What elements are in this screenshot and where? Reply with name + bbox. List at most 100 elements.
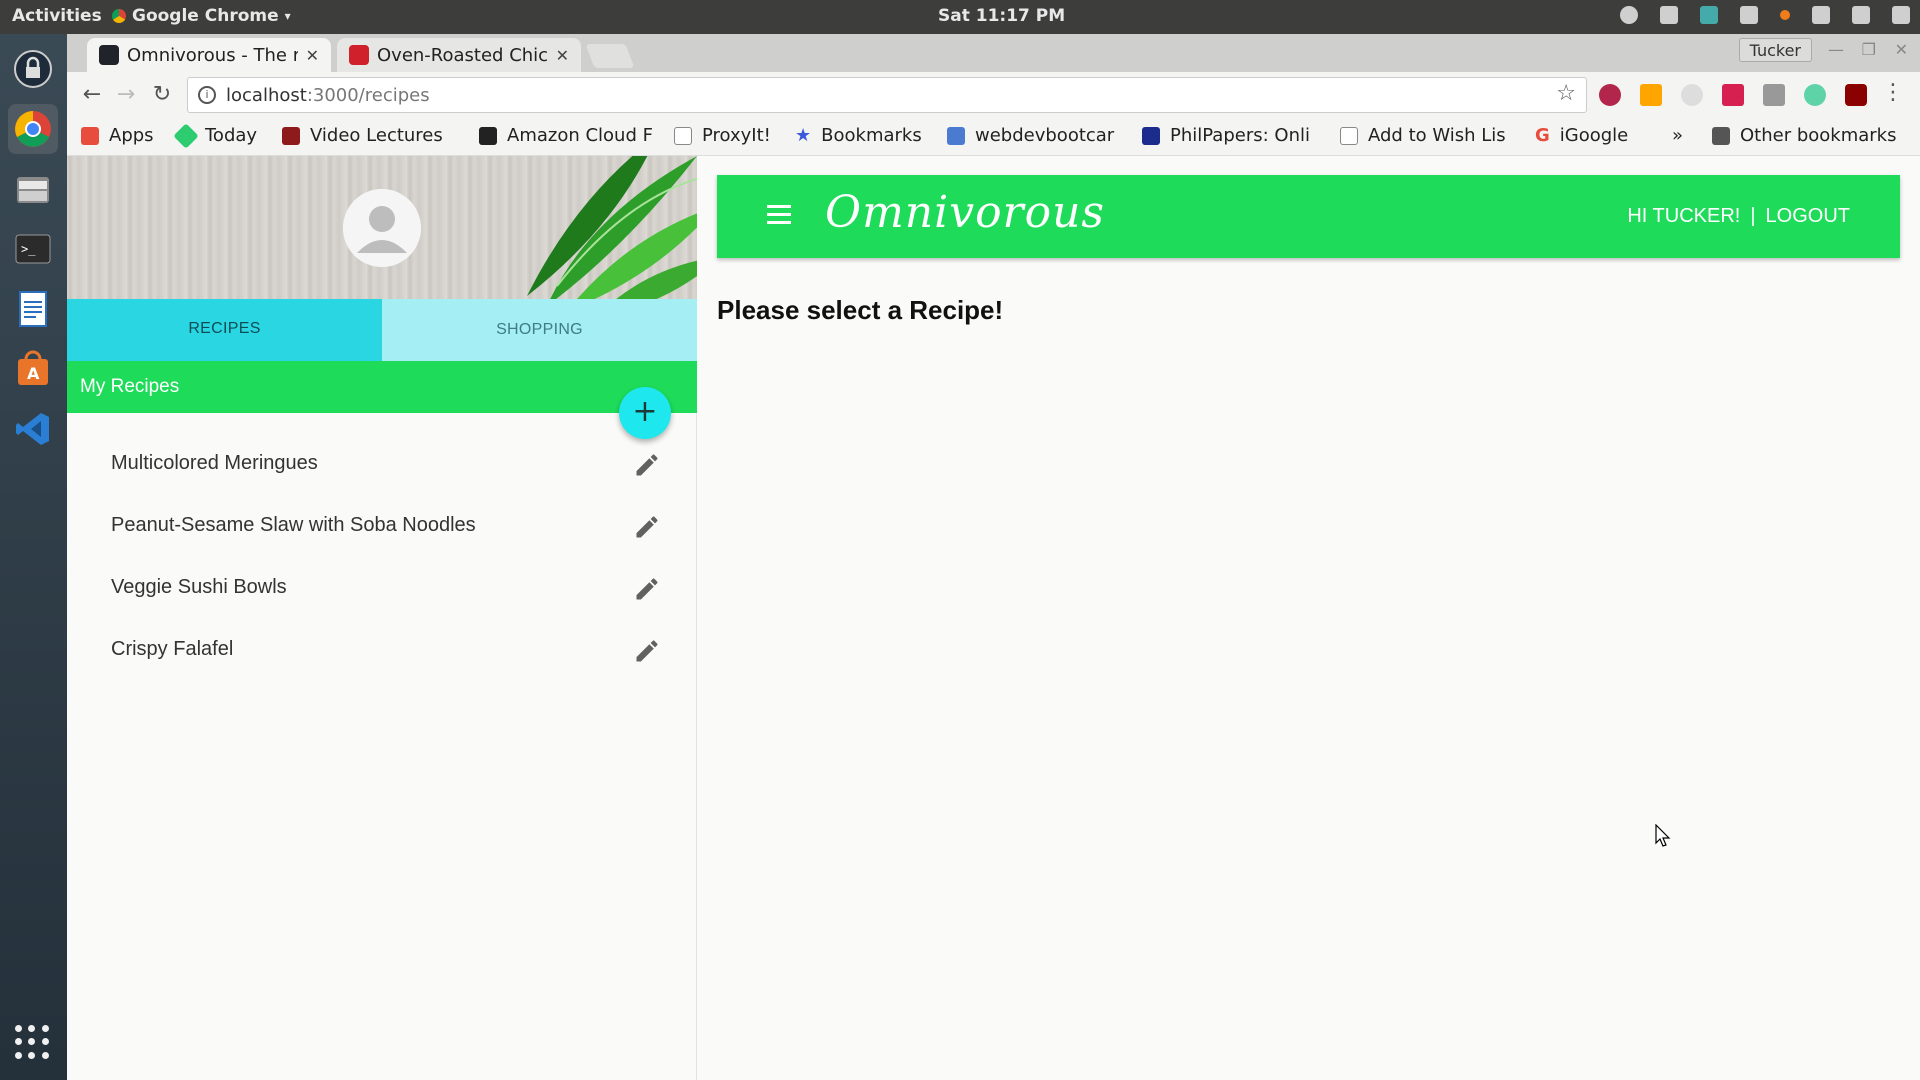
battery-icon[interactable] (1892, 6, 1910, 24)
list-item[interactable]: Crispy Falafel (67, 624, 697, 686)
tab-oven-roasted[interactable]: Oven-Roasted Chick ✕ (337, 38, 581, 72)
settings-icon[interactable] (1740, 6, 1758, 24)
chrome-menu-icon[interactable]: ⋮ (1882, 80, 1904, 105)
avatar[interactable] (343, 189, 421, 267)
list-item[interactable]: Peanut-Sesame Slaw with Soba Noodles (67, 500, 697, 562)
chevron-down-icon: ▾ (284, 9, 291, 23)
pencil-edit-icon[interactable] (633, 451, 661, 479)
chrome-icon[interactable] (8, 104, 58, 154)
vscode-icon[interactable] (8, 404, 58, 454)
pencil-edit-icon[interactable] (633, 575, 661, 603)
system-tray[interactable] (1620, 6, 1910, 24)
bookmark-star-icon[interactable]: ☆ (1556, 81, 1576, 106)
close-tab-icon[interactable]: ✕ (306, 46, 319, 65)
greeting-link[interactable]: HI TUCKER! (1627, 205, 1740, 228)
recipe-list: Multicolored Meringues Peanut-Sesame Sla… (67, 438, 697, 686)
hamburger-menu-icon[interactable] (767, 205, 791, 224)
bookmark-amazon-cloud[interactable]: Amazon Cloud F (479, 125, 653, 146)
tab-omnivorous[interactable]: Omnivorous - The r ✕ (87, 38, 331, 72)
bookmark-igoogle[interactable]: GiGoogle (1535, 125, 1628, 146)
svg-text:A: A (27, 364, 40, 383)
bookmark-video-lectures[interactable]: Video Lectures (282, 125, 443, 146)
svg-text:>_: >_ (21, 242, 36, 256)
app-header: Omnivorous HI TUCKER! | LOGOUT (717, 175, 1900, 258)
bookmark-bookmarks[interactable]: ★ Bookmarks (795, 125, 922, 146)
bookmark-label: Today (205, 125, 258, 146)
nyt-cooking-favicon-icon (349, 45, 369, 65)
recipe-name[interactable]: Peanut-Sesame Slaw with Soba Noodles (111, 514, 476, 537)
back-arrow-icon[interactable]: ← (77, 80, 107, 110)
tab-shopping[interactable]: SHOPPING (382, 299, 697, 361)
close-window-icon[interactable]: ✕ (1895, 40, 1908, 59)
extension-k-icon[interactable] (1599, 84, 1621, 106)
launcher-dock: >_ A (0, 34, 67, 1080)
url-text[interactable]: localhost:3000/recipes (226, 85, 430, 106)
dropbox-icon[interactable] (1660, 6, 1678, 24)
password-manager-icon[interactable] (8, 44, 58, 94)
list-item[interactable]: Multicolored Meringues (67, 438, 697, 500)
reload-icon[interactable]: ↻ (147, 80, 177, 110)
maximize-icon[interactable]: ❐ (1862, 40, 1876, 59)
more-bookmarks-button[interactable]: » (1672, 125, 1683, 146)
ublock-icon[interactable] (1845, 84, 1867, 106)
amazon-icon (479, 126, 497, 145)
monitor-icon[interactable] (1700, 6, 1718, 24)
extension-red-icon[interactable] (1722, 84, 1744, 106)
wifi-icon[interactable] (1812, 6, 1830, 24)
pencil-edit-icon[interactable] (633, 513, 661, 541)
bookmark-wishlist[interactable]: Add to Wish Lis (1340, 125, 1506, 146)
forward-arrow-icon[interactable]: → (111, 80, 141, 110)
software-center-icon[interactable]: A (8, 344, 58, 394)
bookmark-label: PhilPapers: Onli (1170, 125, 1310, 146)
user-nav: HI TUCKER! | LOGOUT (1627, 205, 1850, 228)
bookmark-philpapers[interactable]: PhilPapers: Onli (1142, 125, 1310, 146)
writer-icon[interactable] (8, 284, 58, 334)
brand-logo[interactable]: Omnivorous (825, 187, 1105, 238)
bookmark-label: Add to Wish Lis (1368, 125, 1506, 146)
activities-button[interactable]: Activities (12, 6, 102, 26)
site-info-icon[interactable]: i (198, 86, 216, 104)
list-item[interactable]: Veggie Sushi Bowls (67, 562, 697, 624)
accessibility-icon[interactable] (1620, 6, 1638, 24)
files-icon[interactable] (8, 164, 58, 214)
bookmark-webdevbootcamp[interactable]: webdevbootcar (947, 125, 1114, 146)
page-icon (674, 126, 692, 145)
tab-title: Oven-Roasted Chick (377, 44, 548, 66)
bookmark-apps[interactable]: Apps (81, 125, 154, 146)
user-placeholder-icon (343, 189, 421, 267)
new-tab-button[interactable] (585, 44, 635, 68)
app-menu[interactable]: Google Chrome ▾ (112, 6, 291, 26)
react-favicon-icon (99, 45, 119, 65)
bookmark-label: ProxyIt! (702, 125, 771, 146)
url-path: :3000/recipes (306, 85, 430, 106)
bookmark-proxyit[interactable]: ProxyIt! (674, 125, 771, 146)
terminal-icon[interactable]: >_ (8, 224, 58, 274)
bookmark-today[interactable]: Today (173, 122, 258, 149)
amazon-extension-icon[interactable] (1640, 84, 1662, 106)
show-applications-icon[interactable] (14, 1024, 50, 1060)
tab-recipes[interactable]: RECIPES (67, 299, 382, 361)
video-lectures-icon (282, 126, 300, 145)
close-tab-icon[interactable]: ✕ (556, 46, 569, 65)
extension-green-icon[interactable] (1804, 84, 1826, 106)
profile-button[interactable]: Tucker (1738, 38, 1812, 62)
sidebar-cover-image (67, 156, 697, 299)
recipe-name[interactable]: Multicolored Meringues (111, 452, 318, 475)
logout-link[interactable]: LOGOUT (1766, 205, 1850, 228)
clock[interactable]: Sat 11:17 PM (938, 6, 1065, 26)
star-icon: ★ (795, 125, 812, 146)
notification-dot-icon[interactable] (1780, 10, 1790, 20)
recipe-name[interactable]: Veggie Sushi Bowls (111, 576, 287, 599)
other-bookmarks[interactable]: Other bookmarks (1712, 125, 1896, 146)
os-top-bar: Activities Google Chrome ▾ Sat 11:17 PM (0, 0, 1920, 34)
volume-icon[interactable] (1852, 6, 1870, 24)
add-recipe-button[interactable]: + (619, 387, 671, 439)
minimize-icon[interactable]: — (1828, 40, 1844, 59)
pencil-edit-icon[interactable] (633, 637, 661, 665)
sidebar-tabs: RECIPES SHOPPING (67, 299, 697, 361)
address-bar[interactable]: i localhost:3000/recipes ☆ (187, 77, 1587, 113)
bookmark-label: Amazon Cloud F (507, 125, 653, 146)
extension-gray-icon[interactable] (1681, 84, 1703, 106)
extension-h-icon[interactable] (1763, 84, 1785, 106)
recipe-name[interactable]: Crispy Falafel (111, 638, 233, 661)
